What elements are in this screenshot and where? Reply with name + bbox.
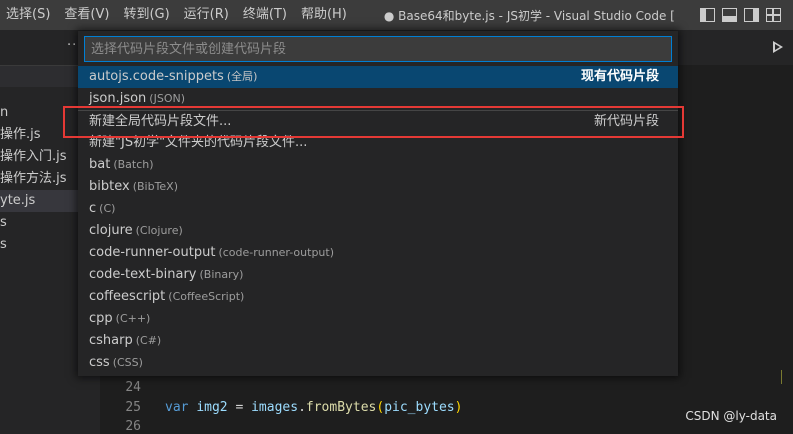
quick-pick-item-group-label: 新代码片段 [593,114,659,129]
quick-pick-item[interactable]: autojs.code-snippets (全局) 现有代码片段 [78,66,678,88]
quick-pick-item-label: csharp [89,333,133,348]
quick-pick-item-label: code-text-binary [89,267,197,282]
layout-controls [700,0,793,30]
quick-pick-item-description: (Clojure) [135,224,183,237]
code-line: 24 [100,378,165,397]
snippet-quick-pick: autojs.code-snippets(全局)现有代码片段json.json(… [78,31,678,376]
quick-pick-input-box [84,36,672,62]
quick-pick-item[interactable]: clojure (Clojure) [78,220,678,242]
title-bar: 选择(S) 查看(V) 转到(G) 运行(R) 终端(T) 帮助(H) ● Ba… [0,0,793,30]
quick-pick-item-label: autojs.code-snippets [89,69,224,84]
quick-pick-item[interactable]: 新建全局代码片段文件... 新代码片段 [78,110,678,132]
quick-pick-item-description: (C) [99,202,116,215]
quick-pick-item[interactable]: css (CSS) [78,352,678,374]
quick-pick-item[interactable]: json.json (JSON) [78,88,678,110]
line-number: 24 [125,380,141,395]
quick-pick-list: autojs.code-snippets (全局) 现有代码片段 json.json(… [78,66,678,374]
code-line: 25 var img2 = images.fromBytes(pic_bytes) [100,398,462,417]
code-token: pic_bytes [384,400,455,415]
quick-pick-item-description: (JSON) [149,92,185,105]
quick-pick-item[interactable]: code-text-binary (Binary) [78,264,678,286]
code-token: var [165,400,189,415]
code-token: img2 [196,400,228,415]
quick-pick-item-description: (C#) [135,334,162,347]
watermark: CSDN @ly-data [685,409,777,423]
menu-view[interactable]: 查看(V) [57,0,116,30]
quick-pick-item-label: json.json [89,91,147,106]
code-token: ) [454,400,463,415]
menu-help[interactable]: 帮助(H) [294,0,354,30]
quick-pick-item[interactable]: bibtex (BibTeX) [78,176,678,198]
quick-pick-item[interactable]: c (C) [78,198,678,220]
quick-pick-item[interactable]: bat (Batch) [78,154,678,176]
quick-pick-item-label: bat [89,157,111,172]
run-icon[interactable] [773,41,783,53]
menu-go[interactable]: 转到(G) [116,0,176,30]
quick-pick-item-description: (CoffeeScript) [168,290,245,303]
toggle-secondary-sidebar-icon[interactable] [744,8,759,22]
quick-pick-item-label: coffeescript [89,289,166,304]
quick-pick-item[interactable]: csharp (C#) [78,330,678,352]
quick-pick-item[interactable]: 新建"JS初学"文件夹的代码片段文件... [78,132,678,154]
bracket-guide [778,370,782,384]
quick-pick-item-group-label: 现有代码片段 [580,69,659,84]
menu-terminal[interactable]: 终端(T) [236,0,294,30]
code-line: 26 [100,417,165,434]
toggle-sidebar-icon[interactable] [700,8,715,22]
quick-pick-item[interactable]: code-runner-output (code-runner-output) [78,242,678,264]
window-title: ● Base64和byte.js - JS初学 - Visual Studio … [383,8,674,23]
code-token: images [251,400,299,415]
quick-pick-item-description: (Batch) [113,158,154,171]
quick-pick-item[interactable]: cpp (C++) [78,308,678,330]
customize-layout-icon[interactable] [766,8,781,22]
more-actions-icon[interactable]: ·· [67,38,77,53]
code-token: ( [376,400,385,415]
quick-pick-item-description: (Binary) [199,268,244,281]
quick-pick-item-description: (全局) [226,70,258,83]
quick-pick-item-description: (C++) [115,312,151,325]
quick-pick-item-label: 新建全局代码片段文件... [89,114,232,129]
toggle-panel-icon[interactable] [722,8,737,22]
line-number: 26 [125,419,141,434]
quick-pick-item-label: cpp [89,311,113,326]
quick-pick-item-description: (code-runner-output) [218,246,334,259]
quick-pick-item-description: (BibTeX) [132,180,179,193]
quick-pick-item-label: clojure [89,223,133,238]
line-content: var img2 = images.fromBytes(pic_bytes) [165,400,462,415]
quick-pick-item[interactable]: coffeescript (CoffeeScript) [78,286,678,308]
code-token: fromBytes [305,400,377,415]
quick-pick-item-label: bibtex [89,179,130,194]
menu-select[interactable]: 选择(S) [0,0,57,30]
line-number: 25 [125,400,141,415]
code-token: = [227,400,252,415]
quick-pick-item-label: 新建"JS初学"文件夹的代码片段文件... [89,135,308,150]
quick-pick-item-label: code-runner-output [89,245,216,260]
quick-pick-input[interactable] [85,37,671,61]
quick-pick-item-label: c [89,201,97,216]
code-token: . [298,400,306,415]
quick-pick-item-description: (CSS) [112,356,143,369]
menu-run[interactable]: 运行(R) [177,0,236,30]
quick-pick-item-label: css [89,355,110,370]
